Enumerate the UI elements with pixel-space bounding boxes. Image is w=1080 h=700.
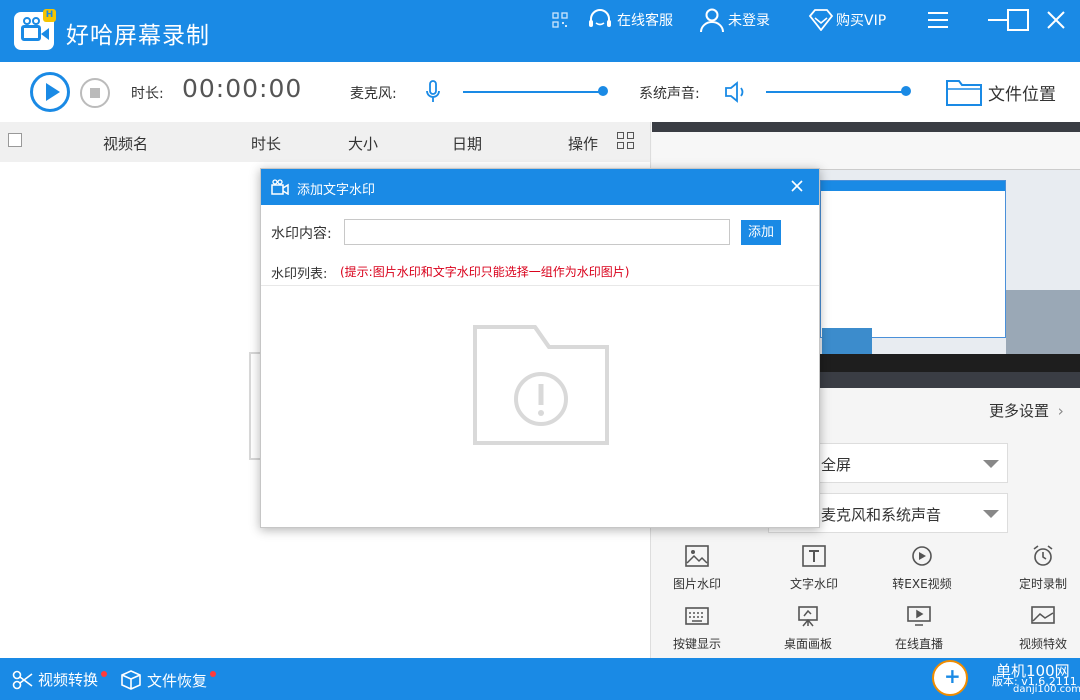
convert-exe-icon <box>912 546 932 566</box>
record-control-bar: 时长: 00:00:00 麦克风: 系统声音: 文件位置 <box>0 62 1080 122</box>
video-list-header: 视频名 时长 大小 日期 操作 <box>0 122 650 162</box>
dialog-title: 添加文字水印 <box>297 183 376 198</box>
notification-dot <box>101 670 108 677</box>
more-settings-button[interactable]: 更多设置 › <box>989 400 1064 421</box>
desktop-drawing-board-button[interactable]: 桌面画板 <box>763 605 853 655</box>
online-service-button[interactable]: 在线客服 <box>587 0 673 40</box>
key-display-button[interactable]: 按键显示 <box>652 605 742 655</box>
add-watermark-button[interactable]: 添加 <box>741 220 781 245</box>
camera-icon <box>271 179 289 195</box>
status-bar: 视频转换 文件恢复 <box>0 658 1080 700</box>
video-convert-label: 视频转换 <box>38 671 99 689</box>
app-window: H 好哈屏幕录制 在线客服 未登录 购买VIP 时长: 00:00:00 麦克风… <box>0 0 1080 700</box>
system-volume-slider[interactable] <box>766 91 906 93</box>
tool-label: 定时录制 <box>1018 577 1067 591</box>
column-date[interactable]: 日期 <box>452 133 482 154</box>
start-record-button[interactable] <box>30 72 70 112</box>
column-action: 操作 <box>568 135 599 153</box>
file-recover-label: 文件恢复 <box>147 671 208 690</box>
column-duration[interactable]: 时长 <box>251 133 281 154</box>
qr-code-icon[interactable] <box>552 0 568 40</box>
tool-label: 在线直播 <box>894 637 943 651</box>
audio-source-value: 麦克风和系统声音 <box>821 506 942 524</box>
chevron-down-icon <box>983 460 999 468</box>
watermark-hint: (提示:图片水印和文字水印只能选择一组作为水印图片) <box>340 265 630 279</box>
tool-label: 桌面画板 <box>783 637 832 651</box>
scheduled-record-button[interactable]: 定时录制 <box>998 545 1080 595</box>
file-location-button[interactable]: 文件位置 <box>946 76 1060 108</box>
folder-icon <box>946 80 982 106</box>
mic-volume-slider[interactable] <box>463 91 603 93</box>
tool-label: 图片水印 <box>672 577 721 591</box>
empty-folder-icon <box>473 325 609 445</box>
text-icon <box>802 545 826 567</box>
chevron-down-icon <box>983 510 999 518</box>
watermark-content-input[interactable] <box>344 219 730 245</box>
video-convert-button[interactable]: 视频转换 <box>12 669 108 690</box>
file-location-label: 文件位置 <box>988 84 1056 105</box>
duration-label: 时长: <box>131 86 164 102</box>
dialog-header: 添加文字水印 <box>261 169 819 205</box>
logo-badge: H <box>43 9 56 22</box>
column-size[interactable]: 大小 <box>348 133 378 154</box>
record-area-value: 全屏 <box>821 456 852 474</box>
select-all-checkbox[interactable] <box>8 133 22 147</box>
alarm-clock-icon <box>1033 545 1053 566</box>
tool-label: 视频特效 <box>1018 637 1067 651</box>
close-icon[interactable] <box>789 178 805 194</box>
image-watermark-button[interactable]: 图片水印 <box>652 545 742 595</box>
site-watermark-name: 单机100网 <box>996 662 1070 680</box>
add-text-watermark-dialog: 添加文字水印 水印内容: 添加 水印列表: (提示:图片水印和文字水印只能选择一… <box>260 168 820 528</box>
user-icon <box>700 8 724 33</box>
watermark-list-label: 水印列表: <box>271 267 328 282</box>
site-watermark-logo <box>932 660 968 696</box>
speaker-icon[interactable] <box>724 80 750 104</box>
divider <box>261 285 819 286</box>
title-bar: H 好哈屏幕录制 在线客服 未登录 购买VIP <box>0 0 1080 62</box>
easel-icon <box>798 606 818 627</box>
image-icon <box>685 545 709 567</box>
online-service-label: 在线客服 <box>617 13 673 29</box>
buy-vip-button[interactable]: 购买VIP <box>808 0 886 40</box>
microphone-icon[interactable] <box>425 80 441 104</box>
monitor-play-icon <box>907 606 931 626</box>
text-watermark-button[interactable]: 文字水印 <box>769 545 859 595</box>
tool-label: 按键显示 <box>672 637 721 651</box>
chevron-right-icon: › <box>1057 402 1064 420</box>
video-effect-button[interactable]: 视频特效 <box>998 605 1080 655</box>
diamond-icon <box>808 9 834 31</box>
buy-vip-label: 购买VIP <box>836 13 887 29</box>
headset-icon <box>589 9 611 27</box>
scissors-icon <box>12 670 33 689</box>
mic-label: 麦克风: <box>350 86 397 102</box>
column-video-name[interactable]: 视频名 <box>103 133 148 154</box>
watermark-content-label: 水印内容: <box>271 226 332 242</box>
mic-volume-handle[interactable] <box>598 86 608 96</box>
live-stream-button[interactable]: 在线直播 <box>874 605 964 655</box>
tool-label: 转EXE视频 <box>892 577 952 591</box>
box-icon <box>121 670 141 690</box>
grid-view-icon[interactable] <box>617 132 635 150</box>
menu-icon[interactable] <box>926 8 950 32</box>
system-volume-handle[interactable] <box>901 86 911 96</box>
notification-dot <box>210 671 217 677</box>
more-settings-label: 更多设置 <box>989 402 1050 420</box>
stop-record-button[interactable] <box>80 78 110 108</box>
site-watermark-domain: danji100.com <box>1013 684 1080 695</box>
tool-label: 文字水印 <box>789 577 838 591</box>
maximize-icon[interactable] <box>1006 8 1030 32</box>
close-icon[interactable] <box>1044 8 1068 32</box>
keyboard-icon <box>685 607 709 625</box>
video-effect-icon <box>1031 606 1055 624</box>
login-label: 未登录 <box>728 13 770 29</box>
file-recover-button[interactable]: 文件恢复 <box>120 669 217 691</box>
convert-exe-button[interactable]: 转EXE视频 <box>877 545 967 595</box>
duration-value: 00:00:00 <box>182 74 303 103</box>
login-button[interactable]: 未登录 <box>699 0 770 40</box>
system-sound-label: 系统声音: <box>639 86 700 102</box>
app-title: 好哈屏幕录制 <box>66 23 210 49</box>
app-logo-icon: H <box>14 9 56 50</box>
